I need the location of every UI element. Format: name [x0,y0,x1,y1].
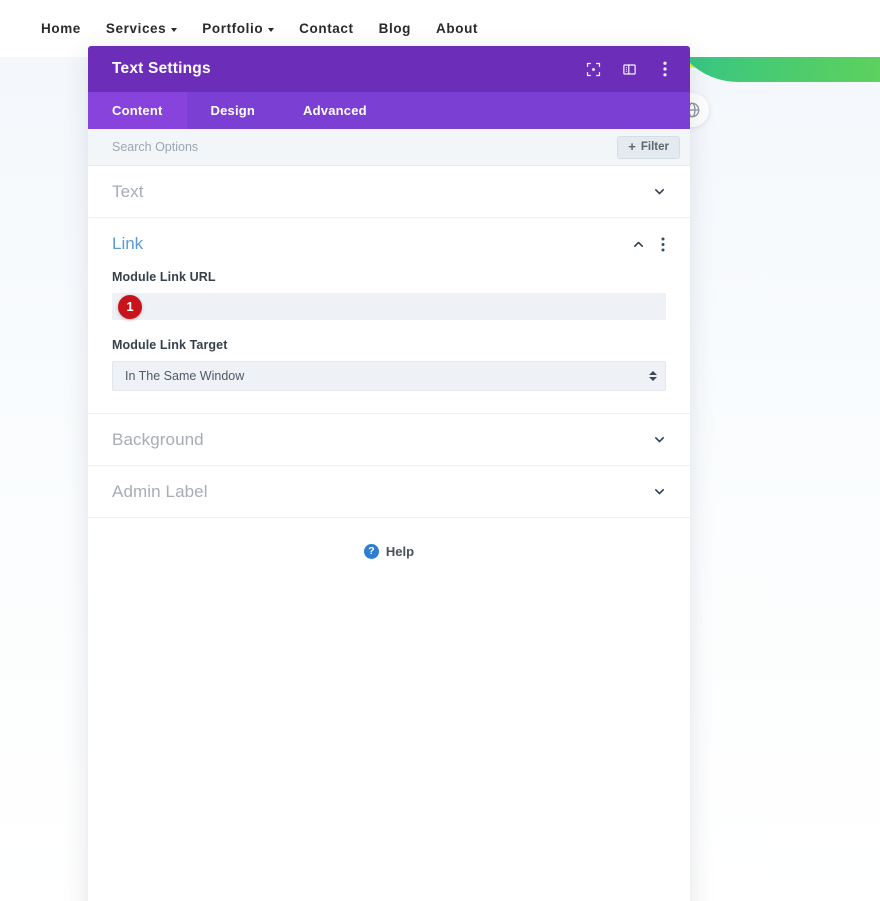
chevron-up-icon[interactable] [632,238,645,251]
nav-item-label: About [436,21,479,36]
section-title: Text [112,181,144,201]
module-link-target-select[interactable]: In The Same Window [112,361,666,391]
field-label: Module Link Target [112,338,228,352]
tab-advanced[interactable]: Advanced [279,92,391,129]
nav-item-label: Services [105,21,167,36]
focus-expand-icon[interactable] [584,60,602,78]
modal-header: Text Settings [88,46,690,92]
section-title: Link [112,234,144,253]
modal-tab-bar: Content Design Advanced [88,92,690,129]
section-title: Background [112,429,204,449]
text-settings-modal: Text Settings Content Design Advanced Se… [88,46,690,901]
nav-item-contact[interactable]: Contact [299,21,353,36]
section-link: Link Module Link URL 1 # Module Link Tar… [88,218,690,414]
tab-content[interactable]: Content [88,92,187,129]
field-label: Module Link URL [112,270,216,284]
filter-button-label: Filter [640,141,669,153]
section-text[interactable]: Text [88,166,690,218]
modal-title: Text Settings [112,60,211,77]
nav-item-label: Home [41,21,81,36]
modal-body: Text Link Module Link URL 1 # Module Lin… [88,166,690,901]
plus-icon: + [628,139,636,154]
search-input[interactable] [112,140,618,154]
nav-item-label: Contact [299,21,354,36]
select-value[interactable]: In The Same Window [112,361,666,391]
filter-button[interactable]: + Filter [617,135,680,159]
section-kebab-menu-icon[interactable] [657,236,669,252]
module-link-url-input[interactable] [112,293,666,320]
kebab-menu-icon[interactable] [656,60,674,78]
search-options-row: + Filter [88,129,690,166]
chevron-down-icon [653,485,666,498]
nav-item-portfolio[interactable]: Portfolio [202,21,275,36]
nav-item-label: Portfolio [202,21,264,36]
nav-item-services[interactable]: Services [105,21,178,36]
section-background[interactable]: Background [88,414,690,466]
chevron-down-icon [653,185,666,198]
nav-item-blog[interactable]: Blog [379,21,411,36]
nav-item-home[interactable]: Home [41,21,81,36]
section-admin-label[interactable]: Admin Label [88,466,690,518]
help-label: Help [385,544,415,559]
layout-panel-icon[interactable] [620,60,638,78]
section-link-header[interactable]: Link [88,218,690,270]
field-module-link-target: Module Link Target In The Same Window [88,338,690,391]
modal-header-actions [584,60,674,78]
chevron-down-icon [653,433,666,446]
annotation-badge-1: 1 [118,294,142,319]
nav-item-label: Blog [378,21,412,36]
chevron-down-icon [268,27,275,32]
tab-label: Content [112,103,163,118]
help-question-icon: ? [363,544,379,559]
chevron-down-icon [171,27,178,32]
section-link-header-icons [632,236,669,252]
help-link[interactable]: ? Help [88,518,690,559]
tab-design[interactable]: Design [187,92,280,129]
nav-item-about[interactable]: About [436,21,478,36]
section-title: Admin Label [112,481,208,501]
tab-label: Design [210,103,256,118]
tab-label: Advanced [303,103,367,118]
field-module-link-url: Module Link URL 1 [88,270,690,320]
